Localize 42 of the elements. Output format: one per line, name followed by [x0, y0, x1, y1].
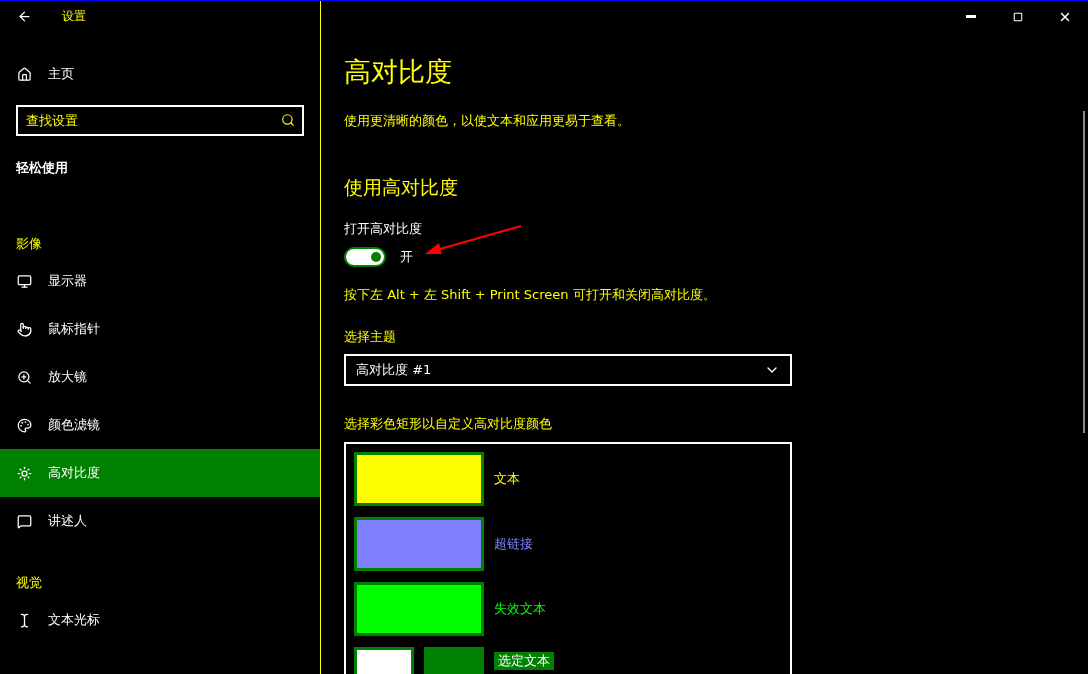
toggle-state: 开 [400, 248, 413, 266]
nav-icon [16, 465, 32, 481]
theme-label: 选择主题 [344, 328, 396, 346]
nav-item[interactable]: 放大镜 [0, 353, 320, 401]
nav-icon [16, 417, 32, 433]
maximize-icon [1012, 11, 1023, 22]
color-swatch[interactable] [354, 452, 484, 506]
nav-item[interactable]: 文本光标 [0, 596, 320, 644]
theme-dropdown[interactable]: 高对比度 #1 [344, 354, 792, 386]
color-label: 文本 [494, 470, 520, 488]
back-arrow-icon [16, 9, 32, 24]
color-swatch[interactable] [354, 517, 484, 571]
color-label: 选定文本 [494, 652, 554, 670]
nav-icon [16, 321, 32, 337]
color-label: 失效文本 [494, 600, 546, 618]
nav-icon [16, 513, 32, 529]
colors-label: 选择彩色矩形以自定义高对比度颜色 [344, 415, 552, 433]
toggle-switch[interactable] [344, 247, 386, 267]
group-heading: 视觉 [15, 574, 43, 592]
group-heading: 影像 [15, 235, 43, 253]
minimize-icon [965, 15, 976, 18]
color-label: 超链接 [494, 535, 533, 553]
search-field[interactable]: 查找设置 [16, 105, 304, 136]
nav-icon [16, 273, 32, 289]
nav-item[interactable]: 颜色滤镜 [0, 401, 320, 449]
nav-item[interactable]: 讲述人 [0, 497, 320, 545]
nav-item[interactable]: 高对比度 [0, 449, 320, 497]
color-swatch[interactable] [354, 582, 484, 636]
page-description: 使用更清晰的颜色，以使文本和应用更易于查看。 [344, 112, 630, 130]
section-heading: 使用高对比度 [344, 175, 458, 200]
window-title: 设置 [62, 8, 86, 25]
nav-item[interactable]: 显示器 [0, 257, 320, 305]
section-title: 轻松使用 [16, 159, 69, 177]
shortcut-hint: 按下左 Alt + 左 Shift + Print Screen 可打开和关闭高对比度。 [344, 286, 716, 304]
toggle-label: 打开高对比度 [344, 220, 422, 238]
page-title: 高对比度 [344, 55, 452, 89]
nav-icon [16, 369, 32, 385]
search-icon [281, 113, 295, 127]
nav-item[interactable]: 鼠标指针 [0, 305, 320, 353]
home-nav-item[interactable]: 主页 [0, 58, 320, 90]
home-icon [16, 66, 32, 82]
scrollbar[interactable] [1083, 111, 1085, 433]
